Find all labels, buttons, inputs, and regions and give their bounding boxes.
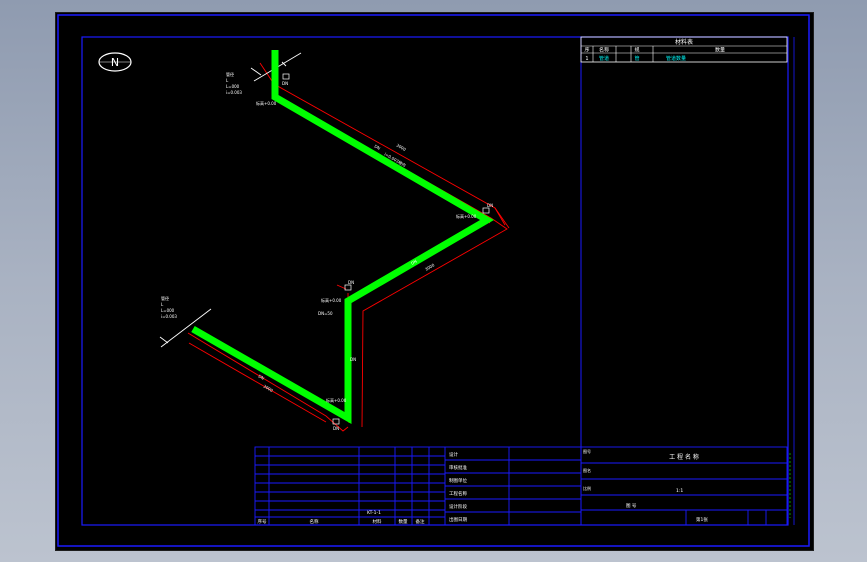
left-note-3: L=000 (161, 308, 175, 313)
mid-elev-label: 标高+0.00 (321, 297, 342, 303)
title-block (254, 446, 788, 526)
seg3-tag: DN (258, 374, 266, 381)
left-note-1: 管径 (161, 295, 169, 301)
inner-border (81, 36, 789, 526)
footer-col-3: 材料 (373, 518, 382, 525)
mt-cell-2: 管道 (599, 55, 609, 62)
mt-cell-1: 1 (585, 56, 588, 62)
mid-tag-label: DN (348, 280, 354, 285)
right-small-1: 图名 (583, 467, 591, 473)
mid-note-label: DN=50 (318, 311, 333, 316)
footer-col-2: 名称 (310, 518, 319, 525)
footer-col-1: 序号 (258, 518, 267, 525)
top-tag-label: DN (282, 81, 288, 86)
top-note-2: L (226, 78, 229, 83)
mt-cell-4: 管道数量 (666, 55, 686, 62)
bot-tag-label: DN (333, 426, 339, 431)
left-note-4: i=0.003 (161, 314, 177, 319)
right-small-2: 比例 (583, 485, 591, 491)
right-tag-label: DN (487, 203, 493, 208)
top-note-3: L=000 (226, 84, 240, 89)
scale-value: 1:1 (676, 488, 683, 494)
top-elev-label: 标高+0.00 (256, 100, 277, 106)
drawing-no-value: KT-1-1 (367, 510, 381, 516)
north-arrow-icon: N (98, 52, 132, 72)
cad-canvas[interactable]: N 材料表 序 名称 规 数量 1 管道 管 管道数量 管径 L L=000 i… (55, 12, 814, 551)
top-note-1: 管径 (226, 71, 234, 77)
materials-table: 材料表 序 名称 规 数量 1 管道 管 管道数量 (580, 36, 788, 63)
footer-col-5: 备注 (416, 518, 425, 525)
outer-border (57, 14, 810, 547)
materials-table-title: 材料表 (675, 38, 693, 46)
fitting-markers (282, 73, 490, 425)
mt-header-4: 数量 (715, 47, 725, 54)
mt-header-3: 规 (634, 47, 639, 54)
north-label: N (111, 56, 119, 69)
top-note-4: i=0.003 (226, 90, 242, 95)
designer-row-5: 设计阶段 (449, 503, 467, 510)
sheet-label: 图 号 (626, 503, 637, 509)
seg1-tag: DN (374, 144, 382, 151)
project-name: 工 程 名 称 (669, 453, 699, 461)
mt-header-1: 序 (584, 47, 589, 54)
mt-header-2: 名称 (599, 47, 609, 54)
designer-row-3: 制图单位 (449, 477, 467, 484)
right-elev-label: 标高+0.00 (456, 213, 477, 219)
seg3-length: 3000 (263, 384, 275, 394)
bot-elev-label: 标高+0.00 (326, 397, 347, 403)
left-note-2: L (161, 302, 164, 307)
designer-row-1: 设计 (449, 451, 458, 458)
drawing-no-label: 图号 (583, 448, 591, 454)
seg1-length: 3000 (396, 143, 408, 153)
designer-row-2: 审核批准 (449, 464, 467, 471)
designer-row-6: 出图日期 (449, 516, 467, 523)
footer-col-4: 数量 (399, 518, 408, 525)
designer-row-4: 工程名称 (449, 490, 467, 497)
vert-tag-label: DN (350, 357, 356, 362)
mt-cell-3: 管 (634, 55, 639, 62)
sheet-value: 第1张 (696, 516, 708, 523)
